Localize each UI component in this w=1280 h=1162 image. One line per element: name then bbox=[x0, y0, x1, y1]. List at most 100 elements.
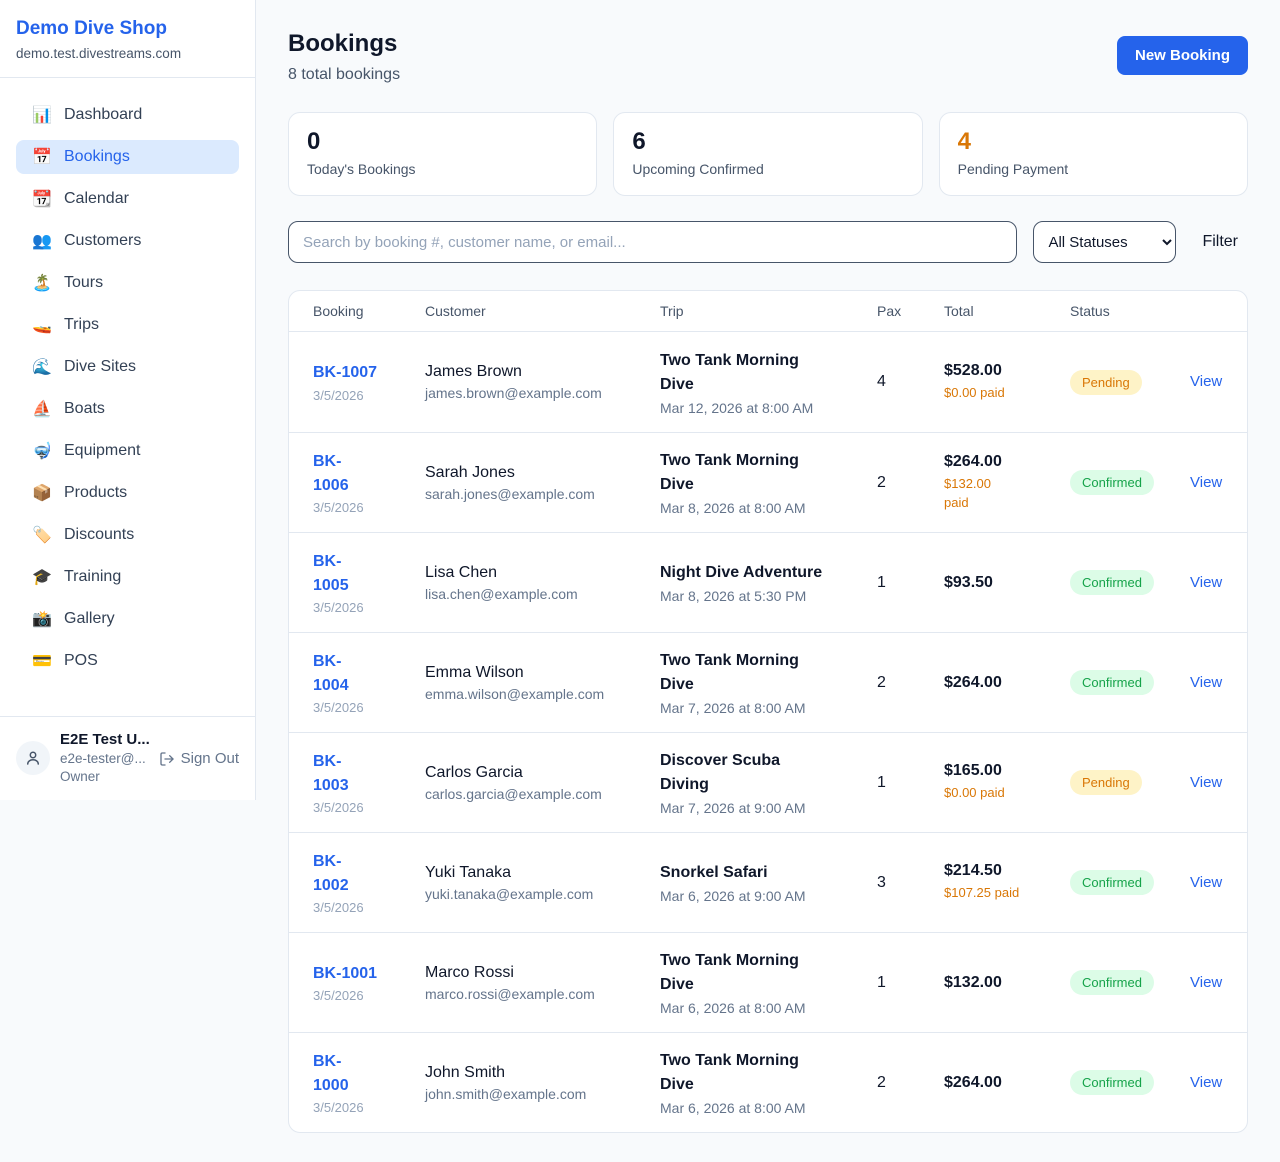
view-link[interactable]: View bbox=[1190, 974, 1222, 991]
customer-email: carlos.garcia@example.com bbox=[425, 786, 652, 802]
booking-id-link[interactable]: BK- 1000 bbox=[313, 1050, 349, 1096]
package-icon: 📦 bbox=[32, 483, 52, 503]
view-link[interactable]: View bbox=[1190, 674, 1222, 691]
sidebar-item-pos[interactable]: 💳 POS bbox=[16, 644, 239, 678]
customer-email: john.smith@example.com bbox=[425, 1086, 652, 1102]
trip-datetime: Mar 7, 2026 at 9:00 AM bbox=[660, 800, 869, 816]
view-link[interactable]: View bbox=[1190, 774, 1222, 791]
search-input[interactable] bbox=[288, 221, 1017, 263]
col-header-customer: Customer bbox=[425, 303, 660, 319]
customer-name: Yuki Tanaka bbox=[425, 864, 652, 882]
page-header: Bookings 8 total bookings New Booking bbox=[288, 30, 1248, 84]
view-link[interactable]: View bbox=[1190, 1074, 1222, 1091]
trip-datetime: Mar 12, 2026 at 8:00 AM bbox=[660, 400, 869, 416]
sidebar: Demo Dive Shop demo.test.divestreams.com… bbox=[0, 0, 256, 800]
sidebar-item-customers[interactable]: 👥 Customers bbox=[16, 224, 239, 258]
filter-button[interactable]: Filter bbox=[1192, 227, 1248, 257]
col-header-status: Status bbox=[1070, 303, 1190, 319]
credit-card-icon: 💳 bbox=[32, 651, 52, 671]
sidebar-item-label: Tours bbox=[64, 274, 103, 292]
calendar-icon: 📅 bbox=[32, 147, 52, 167]
person-icon bbox=[24, 749, 42, 767]
sidebar-item-calendar[interactable]: 📆 Calendar bbox=[16, 182, 239, 216]
view-link[interactable]: View bbox=[1190, 373, 1222, 390]
pax-count: 1 bbox=[877, 774, 944, 792]
camera-flash-icon: 📸 bbox=[32, 609, 52, 629]
stat-label: Today's Bookings bbox=[307, 161, 578, 177]
customer-email: emma.wilson@example.com bbox=[425, 686, 652, 702]
booking-id-link[interactable]: BK-1007 bbox=[313, 361, 377, 384]
customer-name: Sarah Jones bbox=[425, 464, 652, 482]
trip-datetime: Mar 8, 2026 at 8:00 AM bbox=[660, 500, 869, 516]
new-booking-button[interactable]: New Booking bbox=[1117, 36, 1248, 75]
status-badge: Pending bbox=[1070, 370, 1142, 395]
sidebar-item-tours[interactable]: 🏝️ Tours bbox=[16, 266, 239, 300]
status-badge: Confirmed bbox=[1070, 470, 1154, 495]
trip-datetime: Mar 8, 2026 at 5:30 PM bbox=[660, 588, 869, 604]
stat-value: 6 bbox=[632, 128, 903, 156]
sidebar-item-label: Products bbox=[64, 484, 127, 502]
sidebar-item-products[interactable]: 📦 Products bbox=[16, 476, 239, 510]
status-filter-select[interactable]: All Statuses bbox=[1033, 221, 1176, 263]
booking-id-link[interactable]: BK- 1004 bbox=[313, 650, 349, 696]
trip-name: Two Tank Morning Dive bbox=[660, 1049, 869, 1097]
user-email: e2e-tester@... bbox=[60, 751, 146, 766]
sidebar-item-training[interactable]: 🎓 Training bbox=[16, 560, 239, 594]
trip-name: Two Tank Morning Dive bbox=[660, 649, 869, 697]
pax-count: 1 bbox=[877, 574, 944, 592]
booking-row: BK-1001 3/5/2026 Marco Rossi marco.rossi… bbox=[289, 932, 1247, 1032]
booking-date: 3/5/2026 bbox=[313, 700, 417, 715]
stat-value: 0 bbox=[307, 128, 578, 156]
col-header-booking: Booking bbox=[313, 303, 425, 319]
booking-id-link[interactable]: BK- 1002 bbox=[313, 850, 349, 896]
stat-card-pending-payment: 4 Pending Payment bbox=[939, 112, 1248, 196]
view-link[interactable]: View bbox=[1190, 474, 1222, 491]
tear-off-calendar-icon: 📆 bbox=[32, 189, 52, 209]
sign-out-button[interactable]: Sign Out bbox=[151, 750, 239, 767]
total-amount: $93.50 bbox=[944, 574, 1062, 592]
booking-id-link[interactable]: BK- 1005 bbox=[313, 550, 349, 596]
view-link[interactable]: View bbox=[1190, 574, 1222, 591]
booking-date: 3/5/2026 bbox=[313, 988, 417, 1003]
customer-email: lisa.chen@example.com bbox=[425, 586, 652, 602]
sidebar-item-trips[interactable]: 🚤 Trips bbox=[16, 308, 239, 342]
total-amount: $264.00 bbox=[944, 453, 1062, 471]
sidebar-item-gallery[interactable]: 📸 Gallery bbox=[16, 602, 239, 636]
sidebar-item-boats[interactable]: ⛵ Boats bbox=[16, 392, 239, 426]
view-link[interactable]: View bbox=[1190, 874, 1222, 891]
paid-amount: $0.00 paid bbox=[944, 784, 1062, 802]
sidebar-item-bookings[interactable]: 📅 Bookings bbox=[16, 140, 239, 174]
customer-email: marco.rossi@example.com bbox=[425, 986, 652, 1002]
sidebar-item-label: Bookings bbox=[64, 148, 130, 166]
booking-id-link[interactable]: BK-1001 bbox=[313, 962, 377, 985]
page-title: Bookings bbox=[288, 30, 400, 58]
sidebar-item-dive-sites[interactable]: 🌊 Dive Sites bbox=[16, 350, 239, 384]
col-header-pax: Pax bbox=[877, 303, 944, 319]
trip-name: Snorkel Safari bbox=[660, 861, 869, 885]
trip-datetime: Mar 7, 2026 at 8:00 AM bbox=[660, 700, 869, 716]
sidebar-nav: 📊 Dashboard 📅 Bookings 📆 Calendar 👥 Cust… bbox=[0, 78, 255, 716]
sidebar-item-dashboard[interactable]: 📊 Dashboard bbox=[16, 98, 239, 132]
sidebar-item-discounts[interactable]: 🏷️ Discounts bbox=[16, 518, 239, 552]
trip-datetime: Mar 6, 2026 at 8:00 AM bbox=[660, 1000, 869, 1016]
stat-label: Upcoming Confirmed bbox=[632, 161, 903, 177]
booking-id-link[interactable]: BK- 1003 bbox=[313, 750, 349, 796]
trip-name: Discover Scuba Diving bbox=[660, 749, 869, 797]
trip-name: Night Dive Adventure bbox=[660, 561, 869, 585]
sidebar-item-equipment[interactable]: 🤿 Equipment bbox=[16, 434, 239, 468]
status-badge: Confirmed bbox=[1070, 870, 1154, 895]
sidebar-item-label: Calendar bbox=[64, 190, 129, 208]
booking-date: 3/5/2026 bbox=[313, 600, 417, 615]
stat-value: 4 bbox=[958, 128, 1229, 156]
stat-label: Pending Payment bbox=[958, 161, 1229, 177]
logout-icon bbox=[159, 751, 175, 767]
trip-name: Two Tank Morning Dive bbox=[660, 349, 869, 397]
stats-row: 0 Today's Bookings 6 Upcoming Confirmed … bbox=[288, 112, 1248, 196]
status-badge: Confirmed bbox=[1070, 970, 1154, 995]
total-amount: $165.00 bbox=[944, 762, 1062, 780]
booking-date: 3/5/2026 bbox=[313, 1100, 417, 1115]
booking-id-link[interactable]: BK- 1006 bbox=[313, 450, 349, 496]
booking-date: 3/5/2026 bbox=[313, 388, 417, 403]
total-amount: $264.00 bbox=[944, 674, 1062, 692]
wave-icon: 🌊 bbox=[32, 357, 52, 377]
